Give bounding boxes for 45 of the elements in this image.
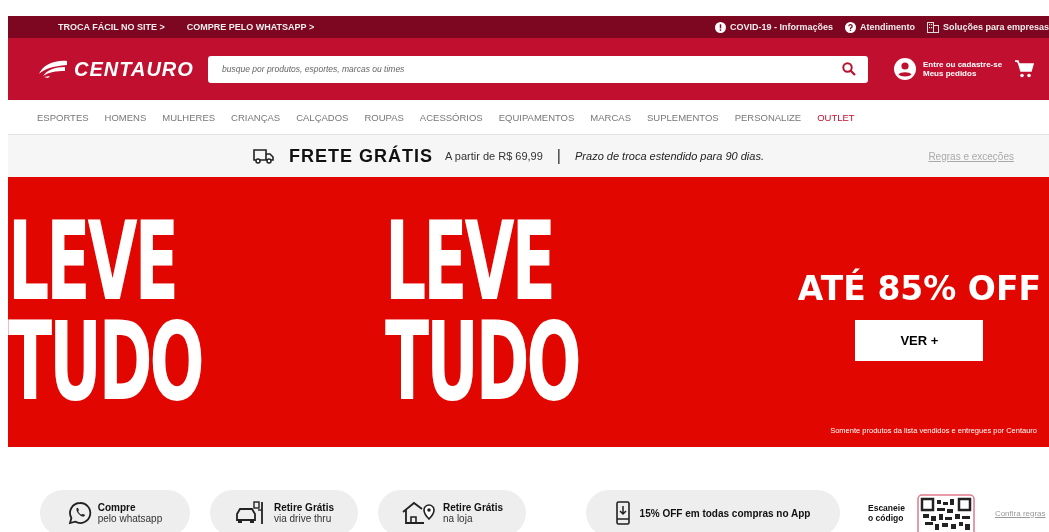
- alert-icon: [714, 21, 726, 33]
- nav-link[interactable]: CRIANÇAS: [231, 111, 281, 123]
- nav-link[interactable]: MULHERES: [162, 111, 216, 123]
- help-icon: [844, 21, 856, 33]
- service-pill[interactable]: Compre pelo whatsapp: [40, 490, 190, 532]
- banner-lettering: LEVE TUDO: [8, 212, 203, 412]
- app-promo-pill[interactable]: 15% OFF em todas compras no App: [586, 490, 840, 532]
- banner-lettering: LEVE TUDO: [385, 212, 580, 412]
- separator: |: [556, 147, 561, 165]
- cart-icon[interactable]: [1014, 59, 1034, 79]
- top-link[interactable]: COVID-19 - Informações: [714, 21, 833, 33]
- service-pill[interactable]: Retire Grátis na loja: [378, 490, 526, 532]
- service-pill[interactable]: Retire Grátis via drive thru: [210, 490, 358, 532]
- nav-link[interactable]: ROUPAS: [364, 111, 404, 123]
- banner-headline: ATÉ 85% OFF: [797, 269, 1041, 308]
- shipping-title: FRETE GRÁTIS: [289, 145, 433, 167]
- nav-link[interactable]: MARCAS: [590, 111, 631, 123]
- exchange-text: Prazo de troca estendido para 90 dias.: [575, 150, 764, 162]
- nav-link[interactable]: HOMENS: [104, 111, 147, 123]
- shipping-minimum: A partir de R$ 69,99: [445, 150, 543, 162]
- nav-link[interactable]: CALÇADOS: [296, 111, 349, 123]
- top-link[interactable]: Soluções para empresas: [926, 21, 1049, 33]
- nav-link[interactable]: ESPORTES: [37, 111, 89, 123]
- see-more-button[interactable]: VER +: [855, 320, 984, 361]
- chat-phone-icon: [67, 501, 92, 525]
- nav-link[interactable]: OUTLET: [817, 111, 855, 123]
- nav-link[interactable]: EQUIPAMENTOS: [498, 111, 575, 123]
- top-link[interactable]: TROCA FÁCIL NO SITE >: [58, 22, 165, 32]
- orders-link[interactable]: Meus pedidos: [923, 69, 1007, 78]
- user-icon[interactable]: [894, 58, 916, 80]
- logo[interactable]: CENTAURO: [38, 57, 208, 81]
- top-link[interactable]: Atendimento: [844, 21, 915, 33]
- building-icon: [926, 21, 939, 33]
- nav-link[interactable]: PERSONALIZE: [734, 111, 802, 123]
- account-link[interactable]: Entre ou cadastre-se: [923, 60, 1007, 69]
- logo-swoosh-icon: [38, 59, 68, 79]
- house-pin-icon: [401, 501, 437, 525]
- nav-link[interactable]: ACESSÓRIOS: [419, 111, 483, 123]
- nav-link[interactable]: SUPLEMENTOS: [647, 111, 719, 123]
- phone-download-icon: [615, 501, 630, 525]
- scan-text: Escaneie o código: [868, 503, 905, 523]
- truck-icon: [253, 148, 275, 164]
- search-field[interactable]: busque por produtos, esportes, marcas ou times: [208, 55, 868, 83]
- search-icon[interactable]: [842, 62, 856, 76]
- top-link[interactable]: COMPRE PELO WHATSAPP >: [186, 22, 315, 32]
